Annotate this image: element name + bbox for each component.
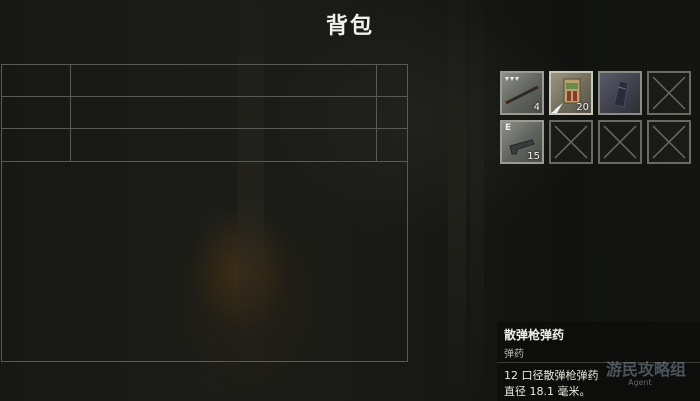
empty-slot-x-icon [603,125,637,159]
game-screen: 背包 4 20 E 15 散弹枪弹药 弹药 12 口径散弹枪弹药 直径 18.1… [0,0,700,401]
inventory-slot-item[interactable] [598,71,642,115]
grid-divider [2,161,407,162]
item-name: 散弹枪弹药 [504,328,565,342]
background-streak [448,0,466,401]
grid-divider [2,128,407,129]
inventory-slot-shotgun[interactable]: 4 [500,71,544,115]
inventory-slot-empty[interactable] [598,120,642,164]
item-count: 15 [527,151,540,162]
inventory-slot-shotgun-shells[interactable]: 20 [549,71,593,115]
grid-divider [376,65,377,162]
grid-divider [2,96,407,97]
equipped-tag: E [505,123,512,133]
grid-divider [70,65,71,162]
watermark-sub: Agent [628,378,652,387]
dark-item-icon [613,80,629,108]
inventory-slot-empty[interactable] [647,120,691,164]
item-count: 20 [576,102,589,113]
inventory-slot-pistol[interactable]: E 15 [500,120,544,164]
empty-slot-x-icon [652,76,686,110]
inventory-slot-empty[interactable] [549,120,593,164]
item-description-line: 12 口径散弹枪弹药 [504,369,599,382]
background-streak [470,0,484,401]
item-grid-panel [1,64,408,362]
watermark: 游民攻略组 [606,360,687,379]
empty-slot-x-icon [554,125,588,159]
empty-slot-x-icon [652,125,686,159]
inventory-title: 背包 [325,14,374,39]
item-count: 4 [533,102,540,113]
item-type: 弹药 [504,349,524,360]
item-description-line: 直径 18.1 毫米。 [504,385,591,398]
inventory-slot-empty[interactable] [647,71,691,115]
